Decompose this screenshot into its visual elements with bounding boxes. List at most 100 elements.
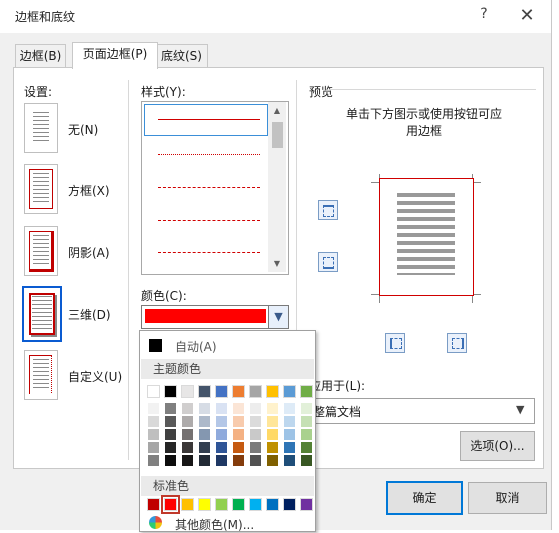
setting-shadow-thumb[interactable]: [24, 226, 58, 276]
theme-shade-swatch[interactable]: [301, 455, 312, 466]
setting-shadow-label[interactable]: 阴影(A): [68, 244, 110, 261]
standard-color-swatch[interactable]: [161, 495, 180, 514]
theme-color-swatch[interactable]: [249, 385, 262, 398]
theme-shade-swatch[interactable]: [284, 416, 295, 427]
theme-shade-swatch[interactable]: [199, 455, 210, 466]
theme-shade-swatch[interactable]: [148, 455, 159, 466]
color-dropdown[interactable]: ▼: [141, 305, 289, 329]
theme-shade-swatch[interactable]: [233, 442, 244, 453]
theme-shade-swatch[interactable]: [165, 455, 176, 466]
theme-shade-swatch[interactable]: [284, 455, 295, 466]
theme-color-swatch[interactable]: [266, 385, 279, 398]
style-list[interactable]: [141, 101, 289, 275]
standard-color-swatch[interactable]: [181, 498, 194, 511]
cancel-button[interactable]: 取消: [468, 482, 547, 514]
setting-box-thumb[interactable]: [24, 164, 58, 214]
tab-shading[interactable]: 底纹(S): [155, 44, 208, 68]
theme-color-swatch[interactable]: [147, 385, 160, 398]
theme-color-swatch[interactable]: [300, 385, 313, 398]
theme-shade-swatch[interactable]: [148, 416, 159, 427]
theme-shade-swatch[interactable]: [250, 442, 261, 453]
standard-color-swatch[interactable]: [232, 498, 245, 511]
theme-shade-swatch[interactable]: [284, 403, 295, 414]
theme-shade-swatch[interactable]: [199, 442, 210, 453]
theme-shade-swatch[interactable]: [301, 429, 312, 440]
auto-color-option[interactable]: 自动(A): [175, 338, 217, 355]
scroll-thumb[interactable]: [272, 122, 283, 148]
standard-color-swatch[interactable]: [249, 498, 262, 511]
tab-page-border[interactable]: 页面边框(P): [72, 42, 158, 69]
standard-color-swatch[interactable]: [215, 498, 228, 511]
right-border-button[interactable]: [447, 333, 467, 353]
more-colors-option[interactable]: 其他颜色(M)...: [175, 516, 254, 533]
theme-shade-swatch[interactable]: [165, 429, 176, 440]
standard-color-swatch[interactable]: [147, 498, 160, 511]
apply-to-select[interactable]: 整篇文档 ▼: [306, 398, 535, 424]
theme-color-swatch[interactable]: [215, 385, 228, 398]
theme-shade-swatch[interactable]: [267, 429, 278, 440]
setting-custom-label[interactable]: 自定义(U): [68, 368, 122, 385]
theme-shade-swatch[interactable]: [233, 455, 244, 466]
theme-shade-swatch[interactable]: [165, 403, 176, 414]
scroll-down-icon[interactable]: ▼: [268, 255, 286, 272]
theme-shade-swatch[interactable]: [216, 416, 227, 427]
theme-shade-swatch[interactable]: [301, 403, 312, 414]
chevron-down-icon[interactable]: ▼: [268, 306, 288, 328]
theme-shade-swatch[interactable]: [182, 442, 193, 453]
setting-3d-label[interactable]: 三维(D): [68, 306, 111, 323]
style-option-dotted[interactable]: [158, 154, 260, 155]
style-option-dash-small[interactable]: [158, 187, 260, 188]
standard-color-swatch[interactable]: [283, 498, 296, 511]
left-border-button[interactable]: [385, 333, 405, 353]
theme-shade-swatch[interactable]: [250, 429, 261, 440]
style-option-dash-dot[interactable]: [158, 252, 260, 253]
close-button[interactable]: ✕: [515, 5, 539, 27]
setting-custom-thumb[interactable]: [24, 350, 58, 400]
theme-shade-swatch[interactable]: [301, 442, 312, 453]
theme-shade-swatch[interactable]: [267, 442, 278, 453]
ok-button[interactable]: 确定: [386, 481, 463, 515]
standard-color-swatch[interactable]: [266, 498, 279, 511]
theme-shade-swatch[interactable]: [250, 455, 261, 466]
setting-none-label[interactable]: 无(N): [68, 121, 98, 138]
theme-shade-swatch[interactable]: [165, 442, 176, 453]
preview-page[interactable]: [379, 178, 474, 296]
theme-shade-swatch[interactable]: [148, 429, 159, 440]
theme-shade-swatch[interactable]: [148, 442, 159, 453]
theme-shade-swatch[interactable]: [233, 403, 244, 414]
setting-3d-thumb[interactable]: [22, 286, 62, 342]
help-button[interactable]: ?: [474, 6, 494, 26]
theme-shade-swatch[interactable]: [301, 416, 312, 427]
theme-color-swatch[interactable]: [232, 385, 245, 398]
scroll-up-icon[interactable]: ▲: [268, 102, 286, 119]
theme-shade-swatch[interactable]: [250, 403, 261, 414]
theme-color-swatch[interactable]: [283, 385, 296, 398]
theme-shade-swatch[interactable]: [284, 429, 295, 440]
top-border-button[interactable]: [318, 200, 338, 220]
tab-borders[interactable]: 边框(B): [15, 44, 66, 68]
theme-shade-swatch[interactable]: [216, 429, 227, 440]
theme-shade-swatch[interactable]: [182, 429, 193, 440]
theme-shade-swatch[interactable]: [165, 416, 176, 427]
theme-shade-swatch[interactable]: [267, 416, 278, 427]
theme-shade-swatch[interactable]: [267, 403, 278, 414]
setting-box-label[interactable]: 方框(X): [68, 182, 110, 199]
theme-color-swatch[interactable]: [164, 385, 177, 398]
theme-shade-swatch[interactable]: [284, 442, 295, 453]
theme-shade-swatch[interactable]: [182, 403, 193, 414]
style-option-solid[interactable]: [158, 119, 260, 120]
standard-color-swatch[interactable]: [300, 498, 313, 511]
style-option-dash-large[interactable]: [158, 220, 260, 221]
style-scrollbar[interactable]: ▲ ▼: [268, 102, 286, 272]
bottom-border-button[interactable]: [318, 252, 338, 272]
setting-none-thumb[interactable]: [24, 103, 58, 153]
chevron-down-icon[interactable]: ▼: [516, 403, 524, 416]
auto-color-swatch[interactable]: [149, 339, 162, 352]
theme-shade-swatch[interactable]: [250, 416, 261, 427]
theme-shade-swatch[interactable]: [148, 403, 159, 414]
theme-shade-swatch[interactable]: [233, 429, 244, 440]
theme-shade-swatch[interactable]: [233, 416, 244, 427]
theme-shade-swatch[interactable]: [199, 429, 210, 440]
standard-color-swatch[interactable]: [198, 498, 211, 511]
theme-color-swatch[interactable]: [181, 385, 194, 398]
